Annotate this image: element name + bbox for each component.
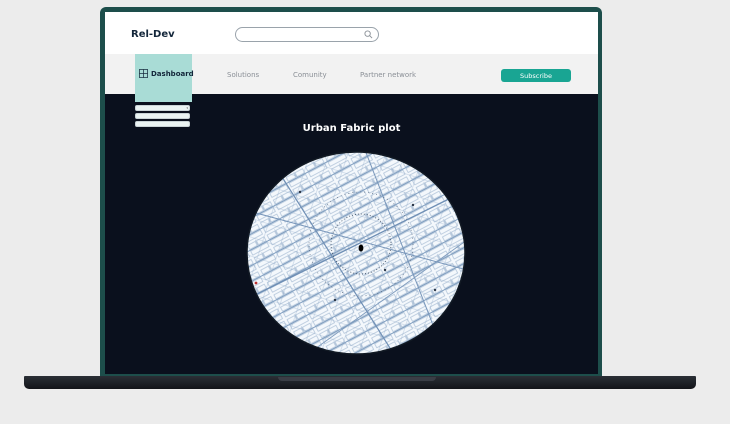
dropdown-item[interactable] [135, 113, 190, 119]
nav-item-dashboard[interactable]: Dashboard [135, 54, 194, 102]
dropdown-item[interactable]: ▾ [135, 105, 190, 111]
header: Rel-Dev [105, 12, 598, 54]
search-icon[interactable] [364, 30, 373, 39]
nav-bar: Dashboard Solutions Comunity Partner net… [105, 54, 598, 102]
urban-fabric-map[interactable] [245, 150, 467, 360]
map-svg [246, 151, 466, 355]
nav-item-solutions[interactable]: Solutions [227, 71, 259, 79]
nav-item-partner-network[interactable]: Partner network [360, 71, 416, 79]
laptop-screen: Rel-Dev Dashboard Solutions Comunity Par… [105, 12, 598, 374]
dashboard-icon [139, 69, 148, 78]
search-box[interactable] [235, 27, 379, 42]
nav-item-dashboard-label: Dashboard [151, 70, 194, 78]
plot-title: Urban Fabric plot [302, 123, 401, 134]
nav-item-comunity[interactable]: Comunity [293, 71, 327, 79]
chevron-down-icon: ▾ [186, 106, 188, 110]
search-input[interactable] [244, 29, 356, 40]
brand-logo[interactable]: Rel-Dev [131, 29, 175, 40]
subscribe-button[interactable]: Subscribe [501, 69, 571, 82]
laptop-notch [278, 377, 436, 381]
